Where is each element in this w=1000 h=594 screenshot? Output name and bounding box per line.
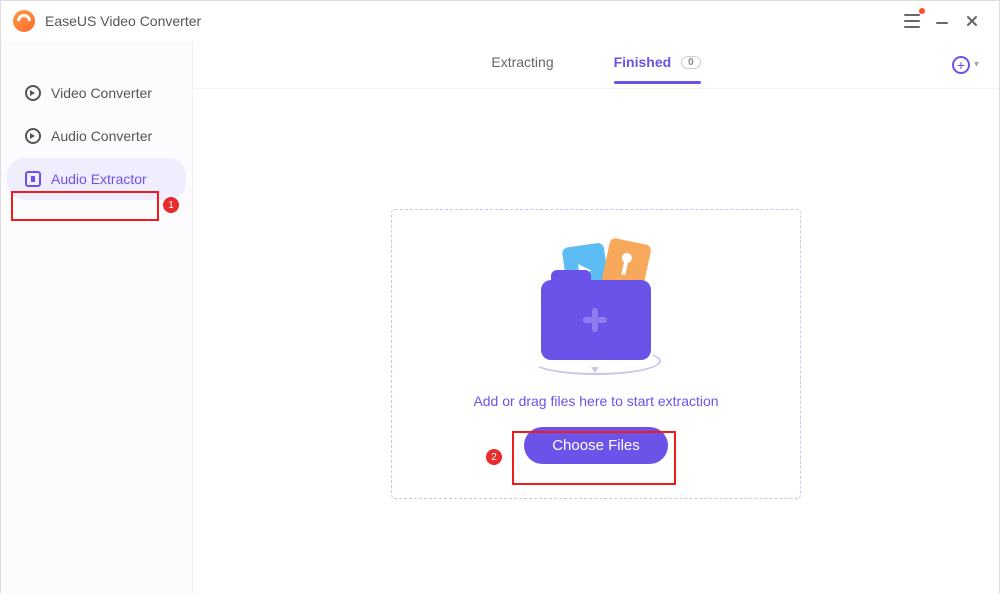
plus-icon: + bbox=[952, 56, 970, 74]
tab-bar: Extracting Finished 0 + ▾ bbox=[193, 41, 999, 89]
annotation-box-1 bbox=[11, 191, 159, 221]
chevron-down-icon: ▾ bbox=[974, 59, 979, 70]
app-logo-icon bbox=[13, 10, 35, 32]
sidebar-item-label: Audio Extractor bbox=[51, 171, 147, 187]
sidebar: Video Converter Audio Converter Audio Ex… bbox=[1, 41, 193, 594]
sidebar-item-label: Video Converter bbox=[51, 85, 152, 101]
annotation-badge-1: 1 bbox=[163, 197, 179, 213]
tab-finished[interactable]: Finished 0 bbox=[614, 54, 701, 76]
titlebar: EaseUS Video Converter bbox=[1, 1, 999, 41]
finished-count-badge: 0 bbox=[681, 56, 701, 69]
menu-icon[interactable] bbox=[897, 6, 927, 36]
tab-label: Extracting bbox=[491, 54, 553, 70]
audio-extractor-icon bbox=[25, 171, 41, 187]
sidebar-item-audio-converter[interactable]: Audio Converter bbox=[7, 115, 186, 157]
annotation-badge-2: 2 bbox=[486, 449, 502, 465]
audio-converter-icon bbox=[25, 128, 41, 144]
app-title: EaseUS Video Converter bbox=[45, 13, 201, 29]
minimize-button[interactable] bbox=[927, 6, 957, 36]
tab-label: Finished bbox=[614, 54, 672, 70]
annotation-box-2 bbox=[512, 431, 676, 485]
sidebar-item-video-converter[interactable]: Video Converter bbox=[7, 72, 186, 114]
tab-extracting[interactable]: Extracting bbox=[491, 54, 553, 76]
close-button[interactable] bbox=[957, 6, 987, 36]
main-panel: Extracting Finished 0 + ▾ Add or drag fi… bbox=[193, 41, 999, 594]
video-converter-icon bbox=[25, 85, 41, 101]
dropzone-prompt: Add or drag files here to start extracti… bbox=[473, 393, 718, 409]
sidebar-item-label: Audio Converter bbox=[51, 128, 152, 144]
add-files-button[interactable]: + ▾ bbox=[952, 56, 979, 74]
folder-illustration-icon bbox=[521, 245, 671, 375]
